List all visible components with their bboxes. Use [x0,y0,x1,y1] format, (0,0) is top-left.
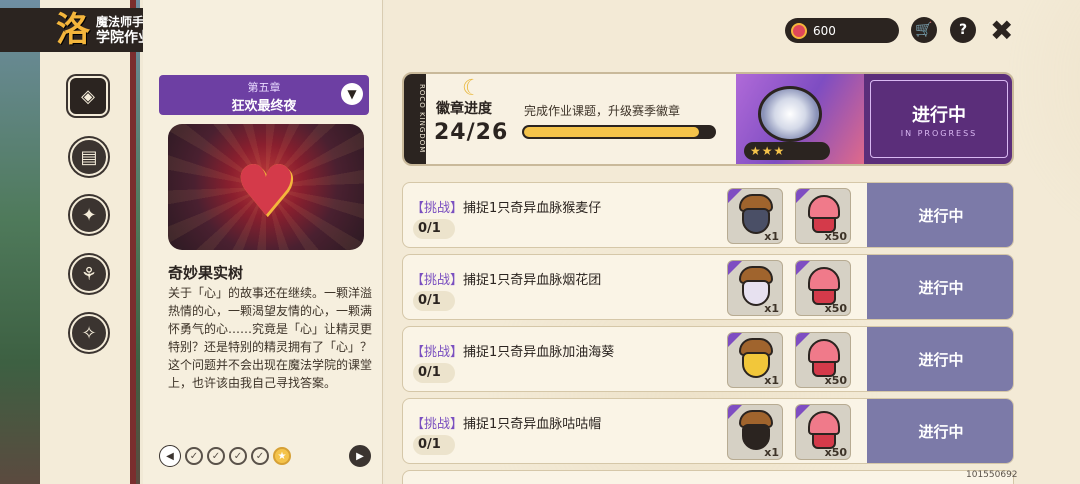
cake-icon [806,339,842,379]
next-arrow-icon[interactable]: ▶ [349,445,371,467]
reward-qty: x50 [824,446,847,459]
task-row: 【挑战】捕捉1只奇异血脉猴麦仔 0/1 x1 x50 进行中 [402,182,1014,248]
item-description: 关于「心」的故事还在继续。一颗洋溢热情的心，一颗渴望友情的心，一颗满怀勇气的心…… [168,286,373,390]
molecule-icon[interactable]: ⚘ [70,255,108,293]
detail-panel: 第五章 狂欢最终夜 ▼ ♥ 奇妙果实树 关于「心」的故事还在继续。一颗洋溢热情的… [143,0,383,484]
currency-display: 600 [785,18,899,43]
task-row: 【挑战】捕捉1只奇异血脉咕咕帽 0/1 x1 x50 进行中 [402,398,1014,464]
check-icon[interactable]: ✓ [207,447,225,465]
task-status-button[interactable]: 进行中 [867,183,1013,247]
chapter-name: 狂欢最终夜 [231,99,297,114]
badge-progress-bar [522,125,716,139]
star-card-icon[interactable]: ✧ [70,314,108,352]
chapter-number: 第五章 [247,81,281,94]
task-row: 【挑战】捕捉1只奇异血脉烟花团 0/1 x1 x50 进行中 [402,254,1014,320]
cake-reward[interactable]: x50 [795,332,851,388]
task-row [402,470,1014,484]
reward-qty: x1 [764,230,779,243]
reward-qty: x50 [824,302,847,315]
task-progress: 0/1 [413,219,455,239]
badge-emblem: ★★★ [736,74,864,164]
task-tag: 【挑战】 [411,345,464,360]
check-icon[interactable]: ✓ [229,447,247,465]
item-title: 奇妙果实树 [168,264,244,282]
cake-reward[interactable]: x50 [795,260,851,316]
badge-status-button[interactable]: 进行中 IN PROGRESS [864,74,1012,164]
task-text: 捕捉1只奇异血脉猴麦仔 [463,201,602,216]
user-id: 101550692 [966,470,1018,480]
prev-arrow-icon[interactable]: ◀ [159,445,181,467]
task-progress: 0/1 [413,291,455,311]
book-icon[interactable]: ▤ [70,138,108,176]
badge-progress-banner: ROCO KINGDOM ☾ 徽章进度 24/26 完成作业课题，升级赛季徽章 … [402,72,1014,166]
acorn-reward[interactable]: x1 [727,260,783,316]
task-status-button[interactable]: 进行中 [867,327,1013,391]
badge-emblem-icon [758,86,822,142]
task-tag: 【挑战】 [411,417,464,432]
acorn-reward[interactable]: x1 [727,188,783,244]
task-text: 捕捉1只奇异血脉咕咕帽 [463,417,602,432]
reward-qty: x1 [764,302,779,315]
shop-cart-icon[interactable]: 🛒 [911,17,937,43]
star-icon[interactable]: ★ [273,447,291,465]
check-icon[interactable]: ✓ [251,447,269,465]
pager: ◀ ✓ ✓ ✓ ✓ ★ ▶ [159,444,371,468]
task-tag: 【挑战】 [411,273,464,288]
badge-count: 24/26 [434,120,509,145]
item-artwork: ♥ [168,124,364,250]
task-row: 【挑战】捕捉1只奇异血脉加油海葵 0/1 x1 x50 进行中 [402,326,1014,392]
cake-reward[interactable]: x50 [795,188,851,244]
badge-label: 徽章进度 [436,101,492,117]
help-icon[interactable]: ? [950,17,976,43]
reward-qty: x1 [764,374,779,387]
cake-icon [806,267,842,307]
close-icon[interactable]: ✖ [990,14,1013,47]
chevron-down-icon[interactable]: ▼ [341,83,363,105]
cake-icon [806,195,842,235]
star-bubble-icon[interactable]: ✦ [70,196,108,234]
reward-qty: x50 [824,374,847,387]
currency-amount: 600 [813,23,836,38]
task-text: 捕捉1只奇异血脉加油海葵 [463,345,615,360]
badge-tip: 完成作业课题，升级赛季徽章 [524,104,681,118]
side-rail [40,0,136,484]
logo-icon: 洛 [56,10,90,50]
cake-reward[interactable]: x50 [795,404,851,460]
task-progress: 0/1 [413,363,455,383]
cake-icon [806,411,842,451]
task-text: 捕捉1只奇异血脉烟花团 [463,273,602,288]
badge-side-label: ROCO KINGDOM [404,74,426,164]
reward-qty: x50 [824,230,847,243]
heart-artwork-icon: ♥ [234,150,298,233]
task-progress: 0/1 [413,435,455,455]
chapter-header[interactable]: 第五章 狂欢最终夜 ▼ [159,75,369,115]
coin-icon [791,22,807,39]
acorn-reward[interactable]: x1 [727,332,783,388]
task-status-button[interactable]: 进行中 [867,255,1013,319]
badge-stars: ★★★ [744,142,830,160]
reward-qty: x1 [764,446,779,459]
acorn-reward[interactable]: x1 [727,404,783,460]
compass-icon[interactable]: ◈ [68,76,108,116]
task-status-button[interactable]: 进行中 [867,399,1013,463]
gear-check-icon[interactable]: ✓ [185,447,203,465]
task-tag: 【挑战】 [411,201,464,216]
